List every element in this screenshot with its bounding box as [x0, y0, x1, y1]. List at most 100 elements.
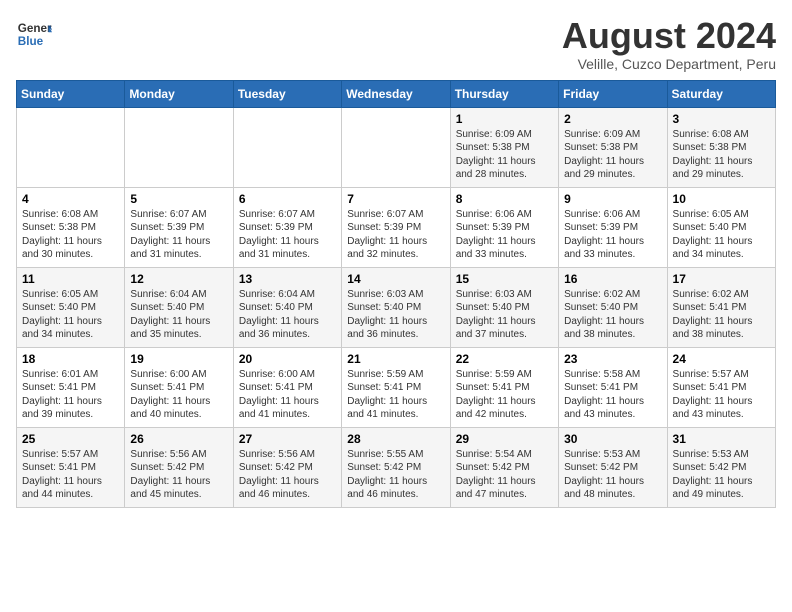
calendar-cell: [17, 107, 125, 187]
calendar-cell: 15 Sunrise: 6:03 AM Sunset: 5:40 PM Dayli…: [450, 267, 558, 347]
day-number: 5: [130, 192, 227, 206]
calendar-cell: 22 Sunrise: 5:59 AM Sunset: 5:41 PM Dayli…: [450, 347, 558, 427]
day-info: Sunrise: 5:59 AM Sunset: 5:41 PM Dayligh…: [456, 368, 553, 422]
day-info: Sunrise: 5:57 AM Sunset: 5:41 PM Dayligh…: [22, 448, 119, 502]
calendar-week-row: 11 Sunrise: 6:05 AM Sunset: 5:40 PM Dayli…: [17, 267, 776, 347]
calendar-cell: 2Sunrise: 6:09 AM Sunset: 5:38 PM Daylig…: [559, 107, 667, 187]
page-header: General Blue August 2024 Velille, Cuzco …: [16, 16, 776, 72]
calendar-cell: 29 Sunrise: 5:54 AM Sunset: 5:42 PM Dayli…: [450, 427, 558, 507]
calendar-cell: 10Sunrise: 6:05 AM Sunset: 5:40 PM Dayli…: [667, 187, 775, 267]
day-number: 31: [673, 432, 770, 446]
calendar-cell: 25 Sunrise: 5:57 AM Sunset: 5:41 PM Dayli…: [17, 427, 125, 507]
logo-icon: General Blue: [16, 16, 52, 52]
day-number: 29: [456, 432, 553, 446]
logo: General Blue: [16, 16, 52, 52]
day-number: 13: [239, 272, 336, 286]
calendar-cell: 17Sunrise: 6:02 AM Sunset: 5:41 PM Dayli…: [667, 267, 775, 347]
day-number: 4: [22, 192, 119, 206]
calendar-week-row: 18Sunrise: 6:01 AM Sunset: 5:41 PM Dayli…: [17, 347, 776, 427]
day-info: Sunrise: 6:06 AM Sunset: 5:39 PM Dayligh…: [564, 208, 661, 262]
day-number: 19: [130, 352, 227, 366]
day-info: Sunrise: 5:57 AM Sunset: 5:41 PM Dayligh…: [673, 368, 770, 422]
calendar-cell: 5 Sunrise: 6:07 AM Sunset: 5:39 PM Daylig…: [125, 187, 233, 267]
weekday-header-saturday: Saturday: [667, 80, 775, 107]
day-number: 3: [673, 112, 770, 126]
day-info: Sunrise: 6:02 AM Sunset: 5:41 PM Dayligh…: [673, 288, 770, 342]
day-info: Sunrise: 5:56 AM Sunset: 5:42 PM Dayligh…: [239, 448, 336, 502]
weekday-header-row: SundayMondayTuesdayWednesdayThursdayFrid…: [17, 80, 776, 107]
day-info: Sunrise: 6:06 AM Sunset: 5:39 PM Dayligh…: [456, 208, 553, 262]
weekday-header-wednesday: Wednesday: [342, 80, 450, 107]
day-info: Sunrise: 5:54 AM Sunset: 5:42 PM Dayligh…: [456, 448, 553, 502]
calendar-week-row: 25 Sunrise: 5:57 AM Sunset: 5:41 PM Dayli…: [17, 427, 776, 507]
day-number: 20: [239, 352, 336, 366]
day-info: Sunrise: 6:03 AM Sunset: 5:40 PM Dayligh…: [456, 288, 553, 342]
calendar-cell: 31 Sunrise: 5:53 AM Sunset: 5:42 PM Dayli…: [667, 427, 775, 507]
calendar-cell: 13Sunrise: 6:04 AM Sunset: 5:40 PM Dayli…: [233, 267, 341, 347]
calendar-cell: 3Sunrise: 6:08 AM Sunset: 5:38 PM Daylig…: [667, 107, 775, 187]
day-info: Sunrise: 6:00 AM Sunset: 5:41 PM Dayligh…: [130, 368, 227, 422]
day-info: Sunrise: 6:08 AM Sunset: 5:38 PM Dayligh…: [22, 208, 119, 262]
calendar-cell: 6 Sunrise: 6:07 AM Sunset: 5:39 PM Daylig…: [233, 187, 341, 267]
day-number: 11: [22, 272, 119, 286]
calendar-cell: 9 Sunrise: 6:06 AM Sunset: 5:39 PM Daylig…: [559, 187, 667, 267]
day-number: 15: [456, 272, 553, 286]
day-number: 8: [456, 192, 553, 206]
calendar-cell: 21 Sunrise: 5:59 AM Sunset: 5:41 PM Dayli…: [342, 347, 450, 427]
calendar-cell: 27 Sunrise: 5:56 AM Sunset: 5:42 PM Dayli…: [233, 427, 341, 507]
calendar-week-row: 1 Sunrise: 6:09 AM Sunset: 5:38 PM Daylig…: [17, 107, 776, 187]
month-year-title: August 2024: [562, 16, 776, 56]
day-info: Sunrise: 6:01 AM Sunset: 5:41 PM Dayligh…: [22, 368, 119, 422]
day-number: 1: [456, 112, 553, 126]
calendar-cell: 7Sunrise: 6:07 AM Sunset: 5:39 PM Daylig…: [342, 187, 450, 267]
weekday-header-thursday: Thursday: [450, 80, 558, 107]
weekday-header-sunday: Sunday: [17, 80, 125, 107]
day-info: Sunrise: 6:07 AM Sunset: 5:39 PM Dayligh…: [239, 208, 336, 262]
calendar-cell: 28 Sunrise: 5:55 AM Sunset: 5:42 PM Dayli…: [342, 427, 450, 507]
calendar-cell: 23 Sunrise: 5:58 AM Sunset: 5:41 PM Dayli…: [559, 347, 667, 427]
calendar-table: SundayMondayTuesdayWednesdayThursdayFrid…: [16, 80, 776, 508]
day-info: Sunrise: 6:09 AM Sunset: 5:38 PM Dayligh…: [456, 128, 553, 182]
day-number: 22: [456, 352, 553, 366]
day-number: 6: [239, 192, 336, 206]
calendar-cell: 18Sunrise: 6:01 AM Sunset: 5:41 PM Dayli…: [17, 347, 125, 427]
day-info: Sunrise: 5:59 AM Sunset: 5:41 PM Dayligh…: [347, 368, 444, 422]
day-number: 23: [564, 352, 661, 366]
day-info: Sunrise: 6:04 AM Sunset: 5:40 PM Dayligh…: [130, 288, 227, 342]
calendar-cell: [125, 107, 233, 187]
calendar-cell: 8 Sunrise: 6:06 AM Sunset: 5:39 PM Daylig…: [450, 187, 558, 267]
calendar-cell: 14Sunrise: 6:03 AM Sunset: 5:40 PM Dayli…: [342, 267, 450, 347]
weekday-header-friday: Friday: [559, 80, 667, 107]
day-info: Sunrise: 6:09 AM Sunset: 5:38 PM Dayligh…: [564, 128, 661, 182]
calendar-cell: 24 Sunrise: 5:57 AM Sunset: 5:41 PM Dayli…: [667, 347, 775, 427]
day-info: Sunrise: 5:53 AM Sunset: 5:42 PM Dayligh…: [564, 448, 661, 502]
day-number: 12: [130, 272, 227, 286]
day-number: 25: [22, 432, 119, 446]
weekday-header-tuesday: Tuesday: [233, 80, 341, 107]
day-info: Sunrise: 6:03 AM Sunset: 5:40 PM Dayligh…: [347, 288, 444, 342]
calendar-week-row: 4 Sunrise: 6:08 AM Sunset: 5:38 PM Daylig…: [17, 187, 776, 267]
day-number: 28: [347, 432, 444, 446]
svg-text:General: General: [18, 22, 52, 35]
calendar-cell: 20Sunrise: 6:00 AM Sunset: 5:41 PM Dayli…: [233, 347, 341, 427]
svg-text:Blue: Blue: [18, 35, 44, 48]
calendar-cell: 11 Sunrise: 6:05 AM Sunset: 5:40 PM Dayli…: [17, 267, 125, 347]
calendar-cell: 19 Sunrise: 6:00 AM Sunset: 5:41 PM Dayli…: [125, 347, 233, 427]
calendar-cell: 30Sunrise: 5:53 AM Sunset: 5:42 PM Dayli…: [559, 427, 667, 507]
calendar-cell: 12 Sunrise: 6:04 AM Sunset: 5:40 PM Dayli…: [125, 267, 233, 347]
day-info: Sunrise: 6:07 AM Sunset: 5:39 PM Dayligh…: [347, 208, 444, 262]
day-info: Sunrise: 5:53 AM Sunset: 5:42 PM Dayligh…: [673, 448, 770, 502]
day-info: Sunrise: 6:07 AM Sunset: 5:39 PM Dayligh…: [130, 208, 227, 262]
calendar-cell: [342, 107, 450, 187]
calendar-cell: 26Sunrise: 5:56 AM Sunset: 5:42 PM Dayli…: [125, 427, 233, 507]
day-number: 24: [673, 352, 770, 366]
weekday-header-monday: Monday: [125, 80, 233, 107]
day-info: Sunrise: 6:05 AM Sunset: 5:40 PM Dayligh…: [22, 288, 119, 342]
day-number: 9: [564, 192, 661, 206]
day-number: 16: [564, 272, 661, 286]
day-number: 27: [239, 432, 336, 446]
day-number: 21: [347, 352, 444, 366]
day-info: Sunrise: 5:55 AM Sunset: 5:42 PM Dayligh…: [347, 448, 444, 502]
day-number: 26: [130, 432, 227, 446]
day-info: Sunrise: 5:58 AM Sunset: 5:41 PM Dayligh…: [564, 368, 661, 422]
